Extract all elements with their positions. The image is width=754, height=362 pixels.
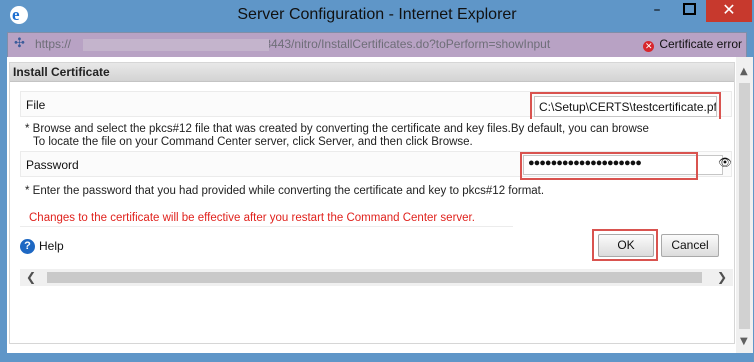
certificate-error-label: Certificate error	[659, 37, 742, 51]
install-certificate-panel: Install Certificate File C:\Setup\CERTS\…	[9, 62, 735, 344]
page-content: Install Certificate File C:\Setup\CERTS\…	[7, 57, 736, 353]
file-label: File	[26, 98, 46, 112]
help-link[interactable]: ? Help	[20, 239, 64, 255]
scroll-down-icon[interactable]: ▼	[740, 336, 748, 347]
maximize-button[interactable]	[675, 0, 703, 22]
site-icon: ✣	[14, 36, 25, 51]
panel-header: Install Certificate	[10, 63, 734, 82]
scroll-right-icon[interactable]: ❯	[717, 270, 727, 284]
file-highlight	[530, 92, 721, 121]
cancel-button[interactable]: Cancel	[661, 234, 719, 257]
redacted-host	[83, 39, 269, 51]
scroll-up-icon[interactable]: ▲	[740, 66, 748, 77]
minimize-button[interactable]: –	[643, 0, 671, 22]
password-highlight	[520, 152, 698, 180]
close-button[interactable]: ✕	[706, 0, 752, 22]
help-label: Help	[39, 239, 64, 253]
horizontal-scrollbar[interactable]: ❮ ❯	[20, 269, 733, 286]
file-note-row: * Browse and select the pkcs#12 file tha…	[20, 119, 732, 153]
address-bar[interactable]: ✣ https:// :8443/nitro/InstallCertificate…	[7, 32, 747, 58]
file-note-line2: To locate the file on your Command Cente…	[33, 136, 473, 148]
url-prefix: https://	[35, 37, 72, 51]
url-path: :8443/nitro/InstallCertificates.do?toPer…	[261, 37, 551, 51]
title-bar: e Server Configuration - Internet Explor…	[0, 0, 754, 31]
window-title: Server Configuration - Internet Explorer	[237, 6, 517, 23]
file-note-line1: * Browse and select the pkcs#12 file tha…	[25, 123, 649, 135]
vertical-scroll-thumb[interactable]	[739, 83, 750, 329]
help-icon: ?	[20, 239, 35, 255]
certificate-error-indicator[interactable]: ✕ Certificate error	[643, 37, 742, 52]
restart-warning: Changes to the certificate will be effec…	[29, 212, 475, 224]
horizontal-scroll-thumb[interactable]	[47, 272, 702, 283]
password-label: Password	[26, 158, 79, 172]
error-icon: ✕	[643, 41, 655, 52]
maximize-icon	[682, 2, 696, 15]
eye-icon[interactable]: 👁	[718, 156, 732, 169]
scroll-left-icon[interactable]: ❮	[26, 270, 36, 284]
browser-window: e Server Configuration - Internet Explor…	[0, 0, 754, 362]
ok-highlight	[592, 229, 658, 261]
password-note: * Enter the password that you had provid…	[25, 185, 545, 197]
vertical-scrollbar[interactable]: ▲ ▼	[736, 57, 753, 353]
